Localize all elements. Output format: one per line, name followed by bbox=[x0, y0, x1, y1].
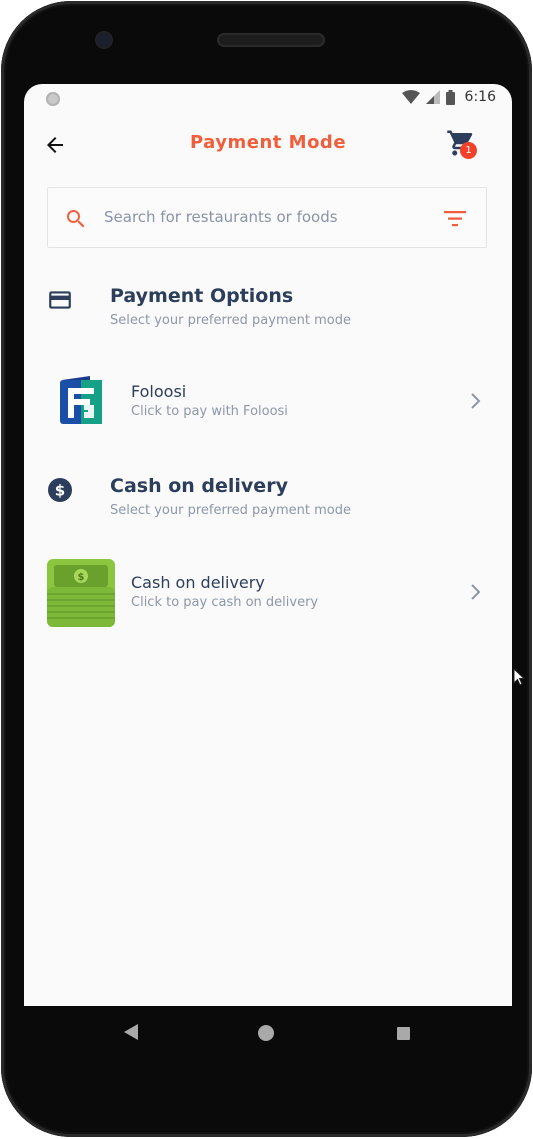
svg-text:$: $ bbox=[55, 482, 65, 500]
credit-card-icon bbox=[49, 291, 71, 309]
section-title: Cash on delivery bbox=[110, 475, 288, 497]
status-icons: 6:16 bbox=[401, 89, 496, 105]
section-subtitle: Select your preferred payment mode bbox=[110, 313, 351, 328]
search-bar[interactable] bbox=[47, 187, 487, 248]
section-subtitle: Select your preferred payment mode bbox=[110, 503, 351, 518]
wifi-icon bbox=[401, 90, 420, 104]
app-bar: Payment Mode 1 bbox=[24, 114, 512, 174]
system-nav-bar bbox=[24, 1006, 512, 1062]
option-subtitle: Click to pay cash on delivery bbox=[131, 595, 319, 610]
foloosi-logo bbox=[46, 366, 116, 436]
mouse-cursor-icon bbox=[513, 668, 525, 686]
front-camera bbox=[97, 33, 111, 47]
cart-count-badge: 1 bbox=[460, 142, 477, 159]
notification-dot-icon bbox=[46, 92, 60, 106]
option-title: Foloosi bbox=[131, 382, 187, 401]
earpiece-speaker bbox=[217, 33, 325, 47]
section-title: Payment Options bbox=[110, 285, 294, 307]
chevron-right-icon bbox=[471, 393, 481, 409]
nav-back-icon[interactable] bbox=[124, 1024, 138, 1040]
dollar-circle-icon: $ bbox=[48, 478, 72, 502]
status-time: 6:16 bbox=[464, 89, 496, 105]
cart-button[interactable]: 1 bbox=[444, 128, 484, 164]
payment-option-cash[interactable]: $ Cash on delivery Click to pay cash on … bbox=[24, 557, 512, 627]
payment-option-foloosi[interactable]: Foloosi Click to pay with Foloosi bbox=[24, 366, 512, 436]
filter-icon[interactable] bbox=[444, 210, 466, 228]
search-icon bbox=[67, 210, 85, 228]
battery-icon bbox=[445, 89, 455, 105]
option-title: Cash on delivery bbox=[131, 573, 265, 592]
option-subtitle: Click to pay with Foloosi bbox=[131, 404, 288, 419]
page-title: Payment Mode bbox=[189, 132, 347, 153]
cash-stack-icon: $ bbox=[46, 557, 116, 627]
chevron-right-icon bbox=[471, 584, 481, 600]
svg-text:$: $ bbox=[78, 572, 85, 583]
phone-frame: 6:16 Payment Mode 1 Search for restauran… bbox=[1, 1, 532, 1137]
status-bar: 6:16 bbox=[24, 84, 512, 114]
cellular-signal-icon bbox=[425, 90, 440, 104]
search-input[interactable] bbox=[102, 207, 426, 227]
nav-home-icon[interactable] bbox=[258, 1025, 274, 1041]
app-screen: 6:16 Payment Mode 1 Search for restauran… bbox=[24, 84, 512, 1006]
nav-recents-icon[interactable] bbox=[397, 1027, 410, 1040]
